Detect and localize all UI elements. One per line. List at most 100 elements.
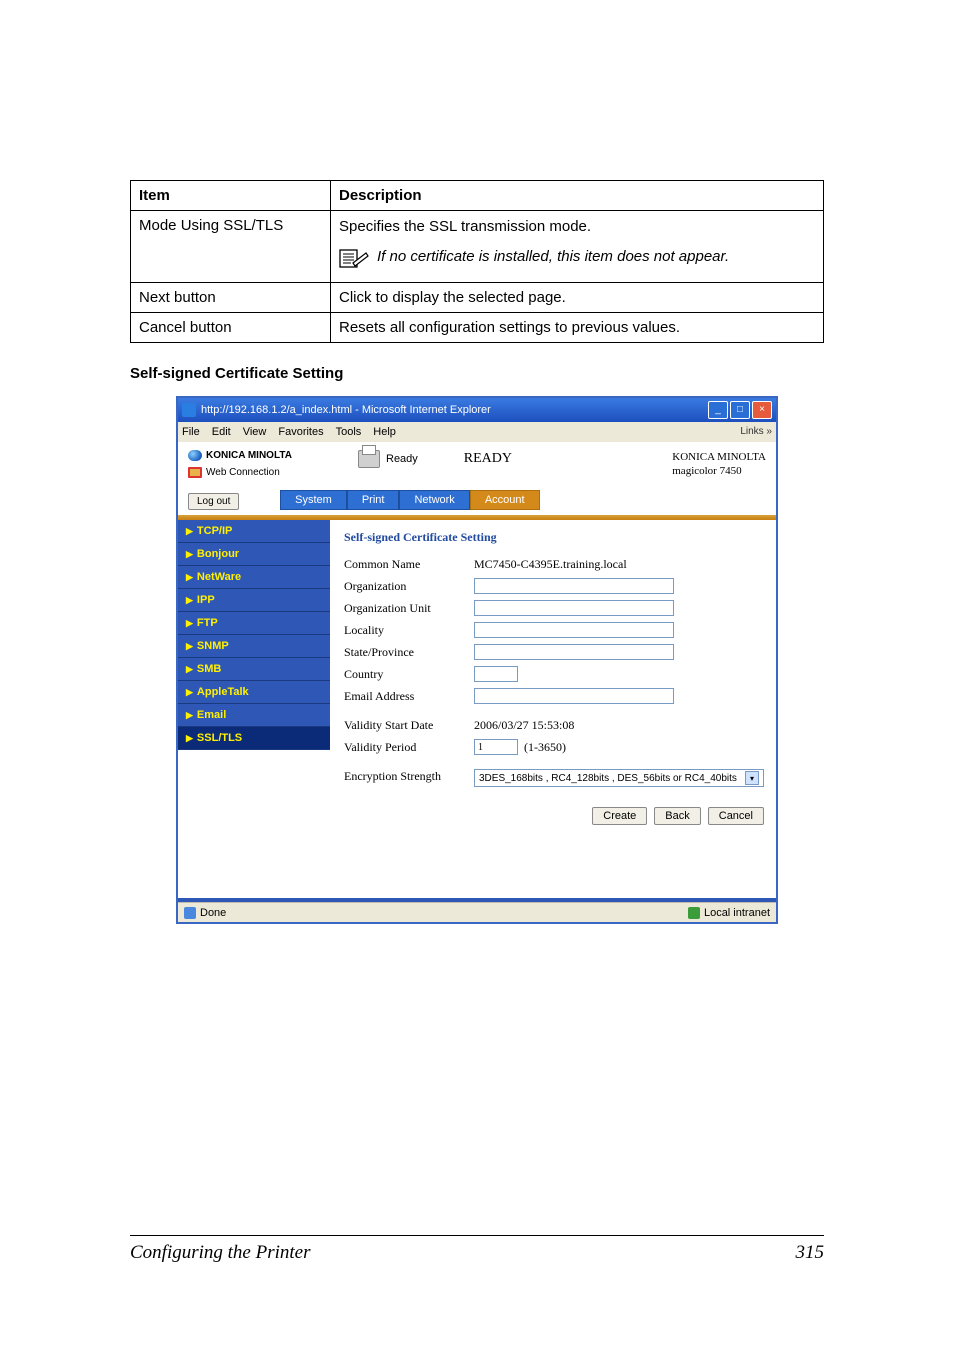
validity-period-range: (1-3650) — [524, 740, 566, 755]
cell-desc: Specifies the SSL transmission mode. If … — [331, 211, 824, 283]
window-close-button[interactable]: × — [752, 401, 772, 419]
window-title: http://192.168.1.2/a_index.html - Micros… — [201, 404, 708, 416]
desc-text: Specifies the SSL transmission mode. — [339, 218, 591, 235]
sidebar-item-ipp[interactable]: ▶IPP — [178, 589, 330, 612]
state-input[interactable] — [474, 644, 674, 660]
sidebar-label: TCP/IP — [197, 525, 232, 537]
printer-icon — [358, 450, 380, 468]
ready-small-label: Ready — [386, 453, 418, 465]
orgunit-input[interactable] — [474, 600, 674, 616]
menu-favorites[interactable]: Favorites — [278, 426, 323, 438]
validity-start-value: 2006/03/27 15:53:08 — [474, 718, 574, 733]
section-title: Self-signed Certificate Setting — [130, 365, 824, 382]
form-area: Self-signed Certificate Setting Common N… — [330, 520, 776, 890]
sidebar-item-email[interactable]: ▶Email — [178, 704, 330, 727]
locality-input[interactable] — [474, 622, 674, 638]
sidebar-label: SSL/TLS — [197, 732, 242, 744]
menu-tools[interactable]: Tools — [336, 426, 362, 438]
page-footer: Configuring the Printer 315 — [130, 1235, 824, 1264]
toolbar-links[interactable]: Links » — [740, 426, 772, 437]
tab-system[interactable]: System — [280, 490, 347, 510]
sidebar-label: AppleTalk — [197, 686, 249, 698]
tab-account[interactable]: Account — [470, 490, 540, 510]
validity-period-input[interactable]: 1 — [474, 739, 518, 755]
sidebar-label: SMB — [197, 663, 221, 675]
logout-button[interactable]: Log out — [188, 493, 239, 510]
status-done: Done — [200, 907, 226, 919]
organization-input[interactable] — [474, 578, 674, 594]
sidebar-item-ftp[interactable]: ▶FTP — [178, 612, 330, 635]
table-header-row: Item Description — [131, 181, 824, 211]
footer-title: Configuring the Printer — [130, 1242, 311, 1264]
locality-label: Locality — [344, 623, 474, 638]
brand-label: KONICA MINOLTA — [206, 450, 292, 461]
table-row: Cancel button Resets all configuration s… — [131, 312, 824, 342]
intranet-icon — [688, 907, 700, 919]
menu-edit[interactable]: Edit — [212, 426, 231, 438]
validity-period-label: Validity Period — [344, 740, 474, 755]
encryption-value: 3DES_168bits , RC4_128bits , DES_56bits … — [479, 773, 737, 784]
email-input[interactable] — [474, 688, 674, 704]
table-row: Mode Using SSL/TLS Specifies the SSL tra… — [131, 211, 824, 283]
table-row: Next button Click to display the selecte… — [131, 282, 824, 312]
cell-desc: Resets all configuration settings to pre… — [331, 312, 824, 342]
sidebar-label: NetWare — [197, 571, 241, 583]
cell-item: Next button — [131, 282, 331, 312]
cell-item: Mode Using SSL/TLS — [131, 211, 331, 283]
sidebar-item-smb[interactable]: ▶SMB — [178, 658, 330, 681]
window-titlebar: http://192.168.1.2/a_index.html - Micros… — [178, 398, 776, 422]
webconnection-label: Web Connection — [206, 467, 280, 478]
browser-window: http://192.168.1.2/a_index.html - Micros… — [176, 396, 778, 925]
col-desc: Description — [331, 181, 824, 211]
sidebar-item-ssltls[interactable]: ▶SSL/TLS — [178, 727, 330, 750]
note-text: If no certificate is installed, this ite… — [377, 247, 729, 267]
create-button[interactable]: Create — [592, 807, 647, 825]
window-minimize-button[interactable]: _ — [708, 401, 728, 419]
col-item: Item — [131, 181, 331, 211]
km-logo-icon — [188, 450, 202, 461]
state-label: State/Province — [344, 645, 474, 660]
sidebar-label: Bonjour — [197, 548, 239, 560]
form-title: Self-signed Certificate Setting — [344, 530, 764, 545]
sidebar-label: FTP — [197, 617, 218, 629]
orgunit-label: Organization Unit — [344, 601, 474, 616]
device-brand: KONICA MINOLTA — [672, 450, 766, 464]
spec-table: Item Description Mode Using SSL/TLS Spec… — [130, 180, 824, 343]
sidebar-item-snmp[interactable]: ▶SNMP — [178, 635, 330, 658]
menubar: File Edit View Favorites Tools Help Link… — [178, 422, 776, 442]
window-maximize-button[interactable]: □ — [730, 401, 750, 419]
back-button[interactable]: Back — [654, 807, 700, 825]
sidebar-item-tcpip[interactable]: ▶TCP/IP — [178, 520, 330, 543]
organization-label: Organization — [344, 579, 474, 594]
chevron-down-icon: ▾ — [745, 771, 759, 785]
cancel-button[interactable]: Cancel — [708, 807, 764, 825]
ready-big-label: READY — [464, 451, 512, 467]
cell-item: Cancel button — [131, 312, 331, 342]
note-icon — [339, 247, 369, 275]
done-icon — [184, 907, 196, 919]
footer-page: 315 — [796, 1242, 825, 1264]
common-name-value: MC7450-C4395E.training.local — [474, 557, 627, 572]
cell-desc: Click to display the selected page. — [331, 282, 824, 312]
status-zone: Local intranet — [704, 907, 770, 919]
sidebar-fill — [178, 750, 330, 890]
menu-view[interactable]: View — [243, 426, 267, 438]
sidebar-item-bonjour[interactable]: ▶Bonjour — [178, 543, 330, 566]
email-label: Email Address — [344, 689, 474, 704]
sidebar-item-appletalk[interactable]: ▶AppleTalk — [178, 681, 330, 704]
sidebar-item-netware[interactable]: ▶NetWare — [178, 566, 330, 589]
encryption-select[interactable]: 3DES_168bits , RC4_128bits , DES_56bits … — [474, 769, 764, 787]
statusbar: Done Local intranet — [178, 902, 776, 922]
menu-help[interactable]: Help — [373, 426, 396, 438]
encryption-label: Encryption Strength — [344, 769, 474, 783]
sidebar: ▶TCP/IP ▶Bonjour ▶NetWare ▶IPP ▶FTP ▶SNM… — [178, 520, 330, 890]
sidebar-label: Email — [197, 709, 226, 721]
validity-start-label: Validity Start Date — [344, 718, 474, 733]
ie-icon — [182, 403, 196, 417]
tab-network[interactable]: Network — [399, 490, 469, 510]
country-input[interactable] — [474, 666, 518, 682]
country-label: Country — [344, 667, 474, 682]
tab-print[interactable]: Print — [347, 490, 400, 510]
common-name-label: Common Name — [344, 557, 474, 572]
menu-file[interactable]: File — [182, 426, 200, 438]
